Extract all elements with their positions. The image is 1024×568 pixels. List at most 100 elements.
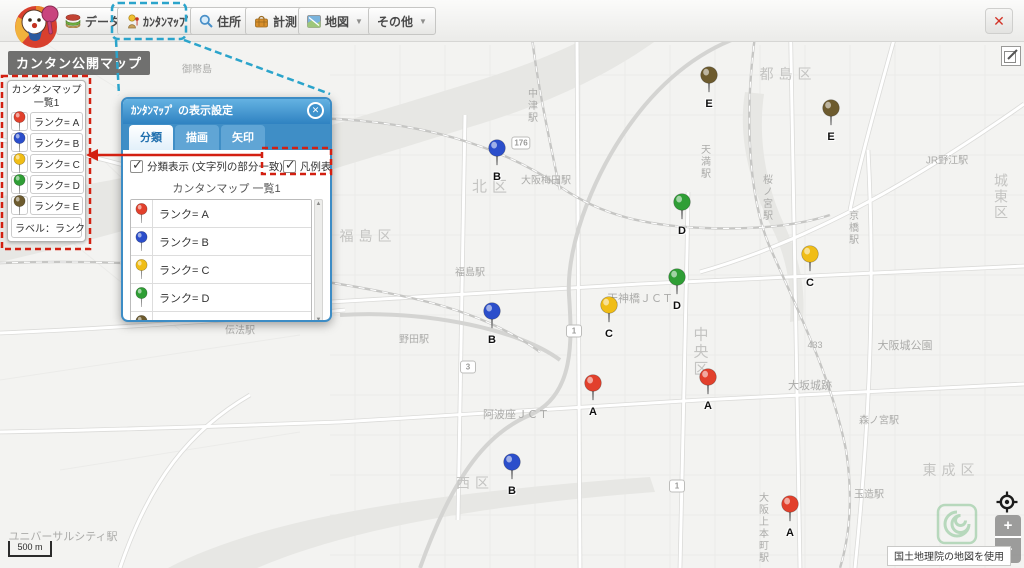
map-pin-icon [599,296,619,323]
checkbox-checked-icon[interactable]: ✓ [130,160,143,173]
legend-pin-cell [11,112,28,131]
legend-item-A: ランク= A [11,112,82,131]
tab-矢印[interactable]: 矢印 [221,125,265,150]
legend-item-E: ランク= E [11,196,82,215]
dialog-header[interactable]: ｶﾝﾀﾝﾏｯﾌﾟ の表示設定 ✕ [123,99,330,124]
pin-letter-label: C [800,277,820,289]
map-pin-B[interactable]: B [487,139,507,183]
rank-pin-cell [131,228,153,255]
rank-list-row-D[interactable]: ランク= D [131,284,311,312]
route-shield: 1 [669,480,685,493]
map-place-label: 大阪城公園 [878,337,933,353]
toolbar-button-label: 住所 [217,13,241,30]
map-place-label: JR野江駅 [926,152,968,167]
edit-map-icon[interactable] [1001,46,1021,66]
search-icon [199,14,213,28]
rank-pin-icon [13,174,26,195]
map-place-label: 京橋駅 [845,210,860,246]
pin-letter-label: B [502,485,522,497]
toolbar-button-label: 地図 [325,13,349,30]
map-place-label: 天満駅 [697,144,712,180]
map-place-label: 大阪上本町駅 [755,492,770,564]
tab-分類[interactable]: 分類 [129,125,173,150]
pin-letter-label: E [699,98,719,110]
map-pin-icon [482,302,502,329]
pin-letter-label: D [667,300,687,312]
legend-pin-cell [11,133,28,152]
rank-pin-icon [13,132,26,153]
map-pin-E[interactable]: E [821,99,841,143]
map-pin-A[interactable]: A [698,368,718,412]
pin-letter-label: A [780,527,800,539]
locate-crosshair-icon[interactable] [996,491,1018,518]
map-pin-A[interactable]: A [780,495,800,539]
map-pin-B[interactable]: B [482,302,502,346]
rank-row-label: ランク= A [153,206,209,222]
kantan-pin-icon [126,14,139,29]
map-attribution: 国土地理院の地図を使用 [887,546,1011,566]
toolbar-button-measure[interactable]: 計測 [245,7,306,35]
toolbar-button-others[interactable]: その他▼ [368,7,436,35]
legend-pin-cell [11,154,28,173]
scroll-up-icon[interactable]: ▲ [316,200,322,208]
toolbar-button-map[interactable]: 地図▼ [298,7,372,35]
rank-pin-icon [13,153,26,174]
zoom-in-button[interactable]: + [995,515,1021,538]
rank-pin-icon [135,287,148,308]
map-place-label: 福島区 [340,226,397,246]
legend-panel: カンタンマップ 一覧1 ランク= A ランク= B ランク= C ランク= D … [7,80,86,242]
close-app-button[interactable]: ✕ [985,8,1013,34]
map-place-label: 433 [807,340,822,350]
rank-pin-cell [131,312,153,322]
map-pin-icon [667,268,687,295]
dialog-close-button[interactable]: ✕ [307,102,324,119]
classification-checkbox[interactable]: ✓ 分類表示 (文字列の部分一致) [130,159,283,174]
map-place-label: 桜ノ宮駅 [759,174,774,222]
scroll-down-icon[interactable]: ▼ [316,316,322,322]
legend-item-label: ランク= A [30,112,83,131]
map-pin-icon [487,139,507,166]
rank-list-row-C[interactable]: ランク= C [131,256,311,284]
layers-icon [65,14,81,28]
toolbar-button-label: その他 [377,13,413,30]
rank-list-row-B[interactable]: ランク= B [131,228,311,256]
map-pin-C[interactable]: C [599,296,619,340]
dialog-title: ｶﾝﾀﾝﾏｯﾌﾟ の表示設定 [131,105,233,117]
legend-item-D: ランク= D [11,175,82,194]
legend-display-checkbox[interactable]: ✓ 凡例表示 [283,159,332,174]
list-scrollbar[interactable]: ▲ ▼ [314,199,323,322]
map-pin-E[interactable]: E [699,66,719,110]
map-image-icon [307,15,321,28]
map-pin-icon [698,368,718,395]
scale-label: 500 m [10,542,50,552]
scale-bar: 500 m [8,541,52,557]
checkbox-checked-icon[interactable]: ✓ [283,160,296,173]
rank-pin-icon [135,203,148,224]
map-pin-icon [800,245,820,272]
rank-list-row-E[interactable]: ランク= E [131,312,311,322]
toolbar-button-address[interactable]: 住所 [190,7,250,35]
legend-item-label: ランク= E [30,196,83,215]
rank-pin-icon [135,259,148,280]
dialog-list-title: カンタンマップ 一覧1 [130,180,323,196]
toolbar-button-kantan-map[interactable]: ｶﾝﾀﾝﾏｯﾌﾟ [117,7,200,35]
rank-list-row-A[interactable]: ランク= A [131,200,311,228]
legend-item-label: ランク= B [30,133,83,152]
map-place-label: 大坂城跡 [788,377,832,393]
toolbar: データ ｶﾝﾀﾝﾏｯﾌﾟ 住所 計測 地図▼その他▼ ✕ [0,0,1024,42]
map-pin-D[interactable]: D [672,193,692,237]
map-place-label: 中津駅 [524,88,539,124]
map-pin-B[interactable]: B [502,453,522,497]
map-place-label: 都島区 [760,64,817,84]
map-pin-C[interactable]: C [800,245,820,289]
rank-list: ランク= A ランク= B ランク= C ランク= D ランク= E [130,199,312,322]
map-place-label: 御幣島 [182,61,212,76]
map-place-label: 伝法駅 [225,322,255,337]
map-pin-A[interactable]: A [583,374,603,418]
route-shield: 3 [460,361,476,374]
map-place-label: 森ノ宮駅 [859,412,899,427]
map-pin-D[interactable]: D [667,268,687,312]
legend-pin-cell [11,196,28,215]
rank-pin-cell [131,284,153,311]
tab-描画[interactable]: 描画 [175,125,219,150]
